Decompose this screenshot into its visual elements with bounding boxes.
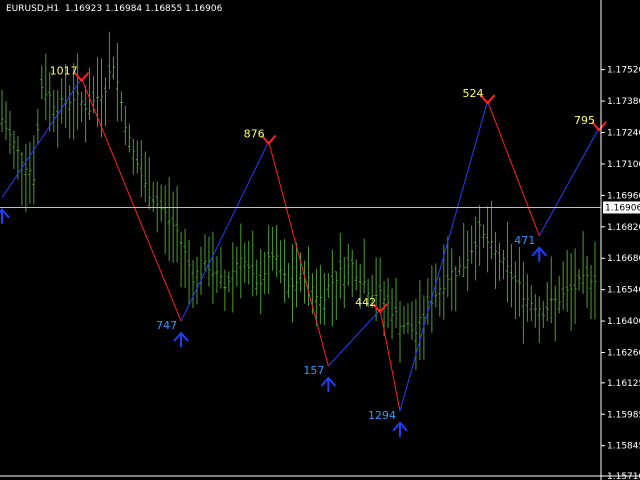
price-tick-label: 1.15845 bbox=[607, 442, 640, 452]
price-tick-label: 1.16680 bbox=[607, 254, 640, 264]
swing-high-label: 524 bbox=[463, 87, 484, 100]
swing-low-label: 747 bbox=[156, 319, 177, 332]
swing-low-arrow-icon bbox=[173, 331, 189, 348]
swing-low-arrow-icon bbox=[392, 421, 408, 437]
price-tick-label: 1.16540 bbox=[607, 286, 640, 296]
swing-low-arrow-icon bbox=[0, 208, 10, 224]
swing-low-label: 157 bbox=[303, 364, 324, 377]
zigzag-up-leg bbox=[538, 127, 600, 237]
price-tick-label: 1.16125 bbox=[607, 379, 640, 389]
price-tick-label: 1.16260 bbox=[607, 349, 640, 359]
price-chart[interactable]: 380101774787615744212945244717951.175201… bbox=[0, 0, 640, 480]
price-tick-label: 1.15985 bbox=[607, 410, 640, 420]
price-tick-label: 1.15710 bbox=[607, 472, 640, 480]
price-tick-label: 1.17520 bbox=[607, 66, 640, 76]
price-tick-label: 1.16820 bbox=[607, 223, 640, 233]
chart-window: EURUSD,H1 1.16923 1.16984 1.16855 1.1690… bbox=[0, 0, 640, 480]
swing-low-arrow-icon bbox=[320, 376, 337, 392]
price-tick-label: 1.16400 bbox=[607, 317, 640, 327]
price-tick-label: 1.17380 bbox=[607, 97, 640, 107]
swing-low-arrow-icon bbox=[531, 246, 548, 262]
swing-high-label: 442 bbox=[355, 296, 376, 309]
zigzag-down-leg bbox=[81, 78, 182, 322]
last-price-label: 1.16906 bbox=[605, 203, 640, 213]
swing-high-label: 876 bbox=[244, 127, 265, 140]
swing-high-label: 795 bbox=[574, 114, 595, 127]
price-tick-label: 1.17240 bbox=[607, 129, 640, 139]
swing-low-label: 1294 bbox=[368, 409, 396, 422]
price-tick-label: 1.16960 bbox=[607, 191, 640, 201]
zigzag-down-leg bbox=[487, 100, 540, 236]
zigzag-down-leg bbox=[379, 309, 401, 411]
swing-high-label: 1017 bbox=[50, 65, 78, 78]
swing-low-label: 471 bbox=[514, 234, 535, 247]
zigzag-down-leg bbox=[268, 141, 329, 367]
price-tick-label: 1.17100 bbox=[607, 160, 640, 170]
zigzag-up-leg bbox=[399, 100, 489, 412]
